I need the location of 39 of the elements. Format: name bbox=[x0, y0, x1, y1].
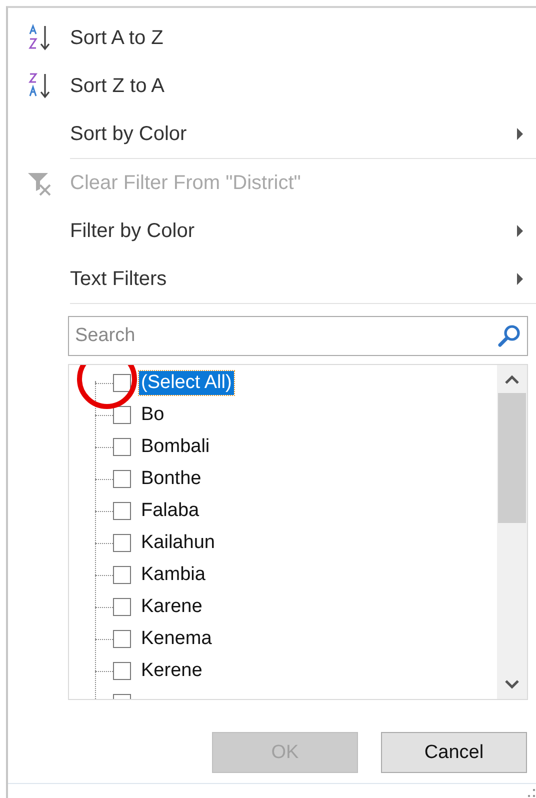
checkbox[interactable] bbox=[113, 662, 131, 680]
highlight-circle bbox=[77, 365, 137, 409]
menu-item[interactable]: Filter by Color bbox=[8, 207, 536, 255]
checkbox[interactable] bbox=[113, 406, 131, 424]
submenu-arrow-icon bbox=[516, 273, 524, 285]
value-item[interactable]: Kerene bbox=[139, 659, 204, 683]
menu-item[interactable]: Sort A to Z bbox=[8, 14, 536, 62]
menu-item[interactable]: Text Filters bbox=[8, 255, 536, 303]
search-field[interactable]: Search bbox=[68, 316, 528, 356]
resize-grip-icon[interactable] bbox=[526, 788, 536, 798]
scrollbar[interactable] bbox=[497, 365, 527, 699]
sort-icon bbox=[28, 23, 52, 53]
value-item[interactable]: Falaba bbox=[139, 499, 202, 523]
checkbox[interactable] bbox=[113, 470, 131, 488]
value-item[interactable]: Kenema bbox=[139, 627, 214, 651]
checkbox[interactable] bbox=[113, 598, 131, 616]
value-item[interactable]: Kailahun bbox=[139, 531, 217, 555]
value-item[interactable]: Kambia bbox=[139, 563, 208, 587]
dialog-button[interactable]: Cancel bbox=[381, 732, 527, 773]
value-item[interactable]: (Select All) bbox=[139, 371, 234, 395]
submenu-arrow-icon bbox=[516, 128, 524, 140]
checkbox[interactable] bbox=[113, 630, 131, 648]
menu-item[interactable]: Sort by Color bbox=[8, 110, 536, 158]
checkbox[interactable] bbox=[113, 502, 131, 520]
submenu-arrow-icon bbox=[516, 225, 524, 237]
scroll-up-icon[interactable] bbox=[504, 375, 520, 385]
value-item[interactable]: Bombali bbox=[139, 435, 212, 459]
checkbox[interactable] bbox=[113, 534, 131, 552]
search-icon bbox=[498, 324, 522, 348]
menu-item[interactable]: Sort Z to A bbox=[8, 62, 536, 110]
value-item[interactable]: Bonthe bbox=[139, 467, 204, 491]
value-item[interactable]: Bo bbox=[139, 403, 166, 427]
checkbox[interactable] bbox=[113, 438, 131, 456]
checkbox[interactable] bbox=[113, 566, 131, 584]
scrollbar-thumb[interactable] bbox=[498, 393, 526, 523]
value-item[interactable]: Karene bbox=[139, 595, 204, 619]
checkbox[interactable] bbox=[113, 374, 131, 392]
sort-icon bbox=[28, 71, 52, 101]
scroll-down-icon[interactable] bbox=[504, 679, 520, 689]
